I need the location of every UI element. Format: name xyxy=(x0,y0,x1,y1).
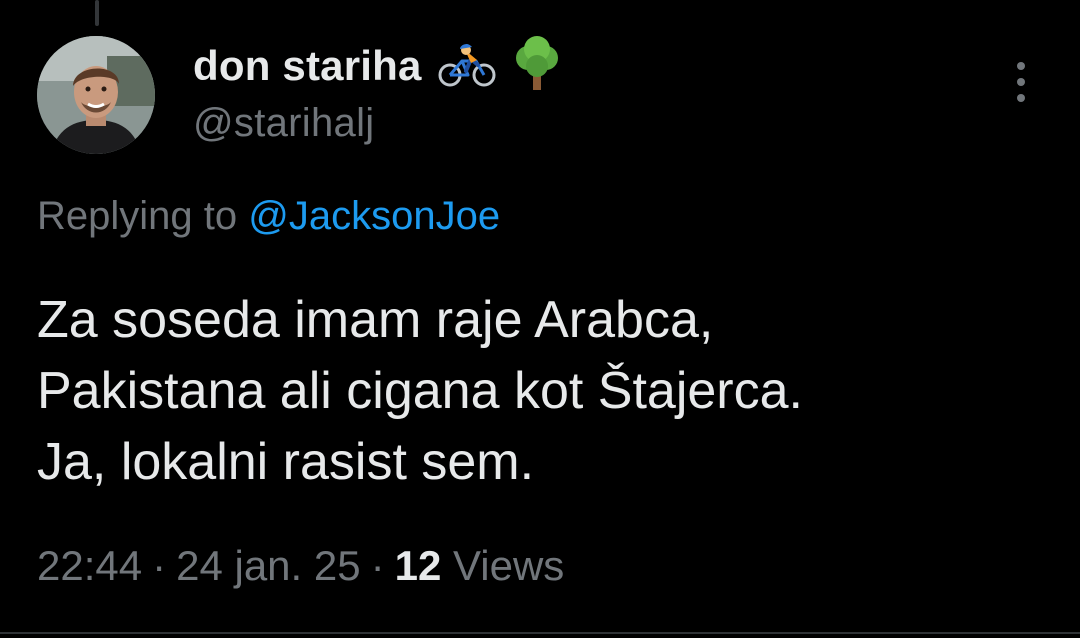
meta-separator: · xyxy=(152,542,167,589)
tweet-text-line: Ja, lokalni rasist sem. xyxy=(37,433,535,491)
tweet-text-line: Pakistana ali cigana kot Štajerca. xyxy=(37,362,803,420)
person-biking-icon xyxy=(438,41,496,92)
divider xyxy=(0,632,1080,634)
tweet-time[interactable]: 22:44 xyxy=(37,542,142,589)
more-vertical-icon-dot xyxy=(1017,78,1025,86)
more-options-button[interactable] xyxy=(1004,62,1038,102)
more-vertical-icon-dot xyxy=(1017,94,1025,102)
views-label: Views xyxy=(453,542,565,589)
replying-to-label: Replying to xyxy=(37,194,238,238)
views-count: 12 xyxy=(394,542,442,589)
tweet-date[interactable]: 24 jan. 25 xyxy=(176,542,361,589)
thread-connector-line xyxy=(95,0,99,26)
tweet-text-line: Za soseda imam raje Arabca, xyxy=(37,291,714,349)
reply-context: Replying to @JacksonJoe xyxy=(37,194,500,239)
reply-mention-link[interactable]: @JacksonJoe xyxy=(248,194,500,238)
meta-separator: · xyxy=(370,542,385,589)
avatar[interactable] xyxy=(37,36,155,154)
more-vertical-icon xyxy=(1017,62,1025,70)
tweet-meta: 22:44 · 24 jan. 25 · 12 Views xyxy=(37,542,564,590)
deciduous-tree-icon xyxy=(512,35,562,97)
author-handle[interactable]: @starihalj xyxy=(193,101,374,146)
author-name-row: don stariha xyxy=(193,35,562,97)
tweet-text: Za soseda imam raje Arabca, Pakistana al… xyxy=(37,285,1047,498)
avatar-photo xyxy=(37,36,155,154)
author-display-name[interactable]: don stariha xyxy=(193,42,422,90)
